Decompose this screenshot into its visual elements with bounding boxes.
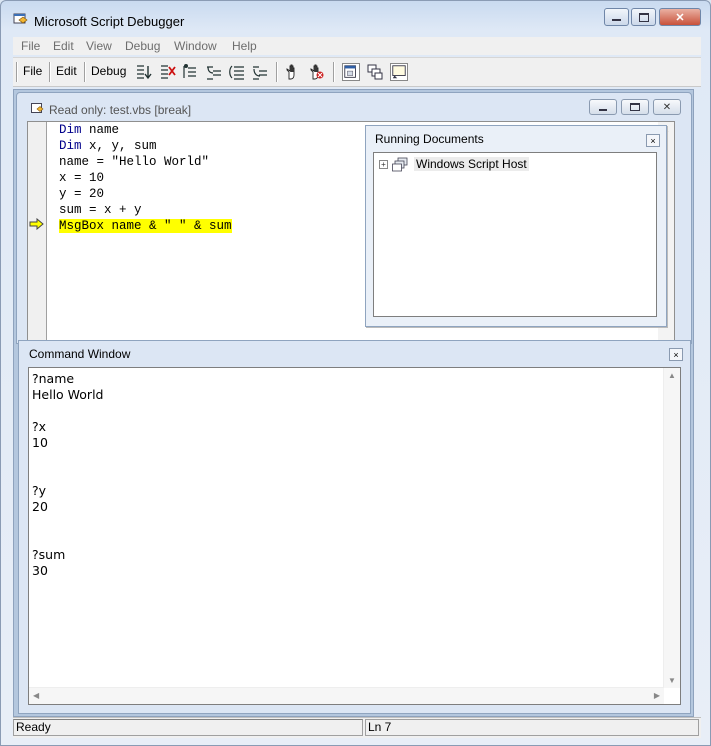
command-input-area[interactable]: ?name Hello World ?x 10 ?y 20 ?sum 30 ▲ …: [28, 367, 681, 705]
maximize-icon: [630, 103, 640, 111]
step-out-icon[interactable]: [251, 63, 269, 81]
running-documents-close-button[interactable]: ×: [646, 134, 660, 147]
code-text: x, y, sum: [81, 139, 157, 153]
close-icon: ✕: [675, 11, 685, 24]
tree-item-windows-script-host[interactable]: Windows Script Host: [414, 157, 529, 171]
call-stack-icon[interactable]: [366, 63, 384, 81]
run-icon[interactable]: [135, 63, 153, 81]
running-documents-tree[interactable]: + Windows Script Host: [373, 152, 657, 317]
window-title: Microsoft Script Debugger: [34, 14, 185, 29]
code-line-text: x = 10: [59, 171, 104, 185]
code-line[interactable]: sum = x + y: [59, 202, 142, 218]
command-window-close-button[interactable]: ×: [669, 348, 683, 361]
code-line-text: y = 20: [59, 187, 104, 201]
close-icon: ×: [673, 349, 679, 360]
scroll-up-icon[interactable]: ▲: [668, 371, 676, 380]
toolbar-edit-button[interactable]: Edit: [56, 64, 77, 78]
code-text: MsgBox name & " " & sum: [59, 219, 232, 233]
document-window: Read only: test.vbs [break] ✕ Dim name Di…: [16, 92, 692, 344]
stop-debugging-icon[interactable]: [159, 63, 177, 81]
code-text: sum = x + y: [59, 203, 142, 217]
menu-help[interactable]: Help: [232, 39, 257, 53]
code-gutter[interactable]: [28, 122, 47, 342]
script-host-icon: [392, 157, 408, 172]
menu-file[interactable]: File: [21, 39, 40, 53]
toolbar-separator: [276, 62, 278, 82]
code-line-text: sum = x + y: [59, 203, 142, 217]
clear-all-breakpoints-icon[interactable]: [307, 63, 325, 81]
toolbar-separator: [84, 62, 86, 82]
app-window: Microsoft Script Debugger ✕ File Edit Vi…: [0, 0, 711, 746]
command-window-icon[interactable]: [390, 63, 408, 81]
command-vertical-scrollbar[interactable]: ▲ ▼: [663, 368, 680, 688]
code-line[interactable]: x = 10: [59, 170, 104, 186]
menu-debug[interactable]: Debug: [125, 39, 160, 53]
scroll-right-icon[interactable]: ▶: [654, 691, 660, 700]
minimize-icon: [599, 108, 607, 111]
toolbar-file-button[interactable]: File: [23, 64, 42, 78]
command-output-text[interactable]: ?name Hello World ?x 10 ?y 20 ?sum 30: [32, 371, 652, 681]
title-bar[interactable]: Microsoft Script Debugger ✕: [1, 1, 710, 35]
toolbar-separator: [49, 62, 51, 82]
code-line[interactable]: Dim x, y, sum: [59, 138, 157, 154]
menu-edit[interactable]: Edit: [53, 39, 74, 53]
status-line-number: Ln 7: [365, 719, 699, 736]
code-text: name = "Hello World": [59, 155, 210, 169]
code-line-text: MsgBox name & " " & sum: [59, 219, 232, 233]
close-button[interactable]: ✕: [659, 8, 701, 26]
close-icon: ✕: [662, 101, 672, 113]
running-documents-icon[interactable]: [342, 63, 360, 81]
maximize-button[interactable]: [631, 8, 656, 26]
script-document-icon: [31, 103, 44, 113]
break-at-next-icon[interactable]: [182, 63, 200, 81]
close-icon: ×: [650, 135, 656, 146]
step-into-icon[interactable]: [205, 63, 223, 81]
command-horizontal-scrollbar[interactable]: ◀ ▶: [29, 687, 664, 704]
menu-view[interactable]: View: [86, 39, 112, 53]
code-text: name: [81, 123, 120, 137]
status-text: Ready: [13, 719, 363, 736]
code-line[interactable]: MsgBox name & " " & sum: [59, 218, 232, 234]
code-line[interactable]: name = "Hello World": [59, 154, 209, 170]
code-line[interactable]: y = 20: [59, 186, 104, 202]
script-debugger-icon: [13, 13, 28, 24]
doc-minimize-button[interactable]: [589, 99, 617, 115]
code-text: y = 20: [59, 187, 105, 201]
maximize-icon: [638, 12, 649, 22]
scroll-down-icon[interactable]: ▼: [668, 676, 676, 685]
doc-close-button[interactable]: ✕: [653, 99, 681, 115]
toolbar: File Edit Debug: [13, 57, 701, 87]
minimize-button[interactable]: [604, 8, 629, 26]
code-line-text: Dim x, y, sum: [59, 139, 157, 153]
running-documents-window: Running Documents × + Windows Script Hos…: [365, 125, 667, 327]
document-title: Read only: test.vbs [break]: [49, 103, 192, 117]
keyword: Dim: [59, 123, 82, 137]
step-over-icon[interactable]: [228, 63, 246, 81]
current-line-arrow-icon: [29, 218, 44, 230]
keyword: Dim: [59, 139, 82, 153]
code-line-text: Dim name: [59, 123, 119, 137]
toolbar-grip: [16, 62, 18, 82]
running-documents-title: Running Documents: [375, 132, 484, 146]
scroll-left-icon[interactable]: ◀: [33, 691, 39, 700]
toggle-breakpoint-icon[interactable]: [284, 63, 302, 81]
doc-maximize-button[interactable]: [621, 99, 649, 115]
mdi-client-area: Read only: test.vbs [break] ✕ Dim name Di…: [13, 89, 694, 717]
minimize-icon: [612, 19, 621, 21]
status-bar: Ready Ln 7: [13, 717, 701, 738]
menu-bar: File Edit View Debug Window Help: [13, 37, 701, 55]
command-window-title: Command Window: [29, 347, 131, 361]
toolbar-separator: [333, 62, 335, 82]
code-line[interactable]: Dim name: [59, 122, 119, 138]
toolbar-debug-label: Debug: [91, 64, 127, 78]
code-text: x = 10: [59, 171, 105, 185]
menu-window[interactable]: Window: [174, 39, 217, 53]
tree-expand-icon[interactable]: +: [379, 160, 388, 169]
command-window: Command Window × ?name Hello World ?x 10…: [18, 340, 691, 714]
code-line-text: name = "Hello World": [59, 155, 209, 169]
